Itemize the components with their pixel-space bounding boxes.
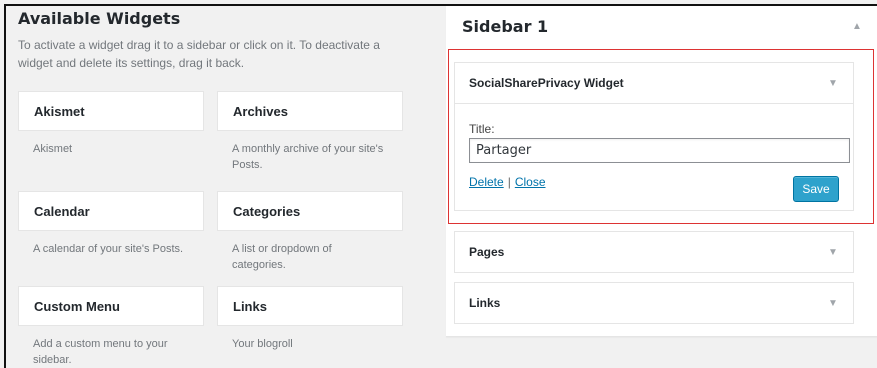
widget-description: Akismet [33, 143, 73, 155]
sidebar-widget-pages[interactable]: Pages ▼ [454, 231, 854, 273]
available-widgets-panel: Available Widgets To activate a widget d… [18, 6, 418, 366]
widget-header[interactable]: Pages ▼ [455, 232, 853, 272]
close-link[interactable]: Close [515, 175, 546, 189]
sidebar-widget-socialshareprivacy: SocialSharePrivacy Widget ▼ Title: Parta… [454, 62, 854, 211]
available-widgets-description: To activate a widget drag it to a sideba… [18, 38, 380, 70]
widget-categories[interactable]: Categories A list or dropdown of categor… [217, 191, 403, 273]
widgets-page: Available Widgets To activate a widget d… [4, 4, 877, 368]
delete-link[interactable]: Delete [469, 175, 504, 189]
widget-description: A list or dropdown of categories. [232, 243, 332, 271]
widget-description: A monthly archive of your site's Posts. [232, 143, 384, 171]
widget-header[interactable]: Links ▼ [455, 283, 853, 323]
up-triangle-icon[interactable]: ▲ [851, 21, 863, 32]
save-button[interactable]: Save [793, 176, 839, 202]
widget-akismet[interactable]: Akismet Akismet [18, 91, 204, 157]
widget-description: Your blogroll [232, 338, 293, 350]
down-triangle-icon[interactable]: ▼ [827, 298, 839, 309]
widget-title: Links [469, 296, 501, 310]
down-triangle-icon[interactable]: ▼ [827, 78, 839, 89]
widget-title[interactable]: Custom Menu [18, 286, 204, 326]
widget-title[interactable]: Calendar [18, 191, 204, 231]
separator: | [507, 175, 511, 189]
widget-links[interactable]: Links Your blogroll [217, 286, 403, 352]
widget-calendar[interactable]: Calendar A calendar of your site's Posts… [18, 191, 204, 257]
widget-title[interactable]: Categories [217, 191, 403, 231]
sidebar-title: Sidebar 1 [462, 16, 549, 36]
widget-custom-menu[interactable]: Custom Menu Add a custom menu to your si… [18, 286, 204, 368]
widget-title: SocialSharePrivacy Widget [469, 76, 624, 90]
widget-controls: Delete | Close [469, 175, 839, 189]
title-field-label: Title: [469, 122, 495, 136]
widget-archives[interactable]: Archives A monthly archive of your site'… [217, 91, 403, 173]
widget-title[interactable]: Archives [217, 91, 403, 131]
widget-settings: Title: Partager Delete | Close Save [455, 103, 853, 210]
widget-title[interactable]: Akismet [18, 91, 204, 131]
widget-title[interactable]: Links [217, 286, 403, 326]
widget-description: A calendar of your site's Posts. [33, 243, 184, 255]
widget-title: Pages [469, 245, 505, 259]
widget-header[interactable]: SocialSharePrivacy Widget ▼ [455, 63, 853, 103]
available-widgets-title: Available Widgets [18, 9, 181, 28]
sidebar-header[interactable]: Sidebar 1 ▲ [446, 6, 877, 46]
widget-description: Add a custom menu to your sidebar. [33, 338, 168, 366]
sidebar-widget-links[interactable]: Links ▼ [454, 282, 854, 324]
title-input[interactable]: Partager [469, 138, 850, 163]
down-triangle-icon[interactable]: ▼ [827, 247, 839, 258]
sidebar-area: Sidebar 1 ▲ SocialSharePrivacy Widget ▼ … [446, 6, 877, 337]
